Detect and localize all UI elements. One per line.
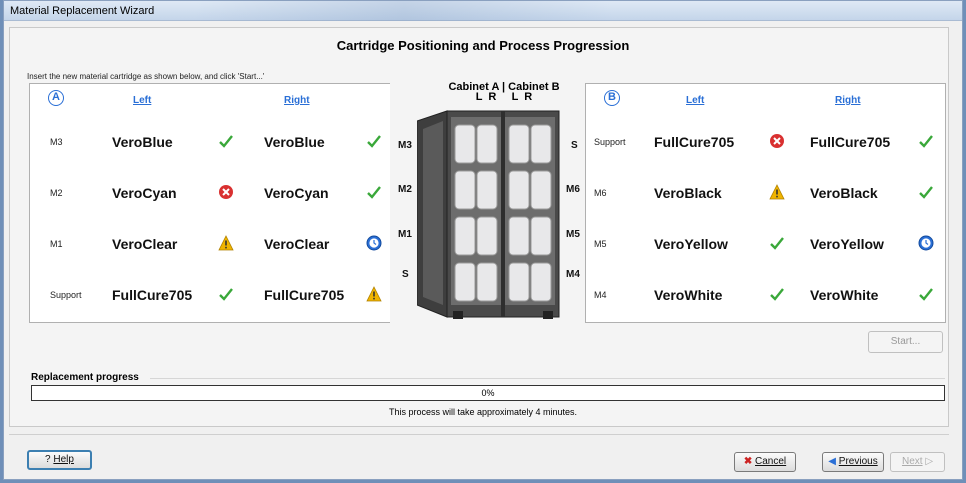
material-cartridge	[476, 124, 498, 164]
previous-icon: ◀	[828, 456, 836, 467]
check-icon	[218, 286, 234, 302]
cabinet-b-slot-label: S	[571, 140, 578, 151]
material-cartridge	[508, 262, 530, 302]
material-cartridge	[530, 262, 552, 302]
material-cartridge	[454, 262, 476, 302]
help-button[interactable]: ? Help	[27, 450, 92, 470]
next-icon: ▷	[925, 456, 934, 467]
cabinet-b-panel: B Left Right Support FullCure705 FullCure7…	[585, 83, 946, 323]
cabinet-b-slot-label: M6	[566, 184, 580, 195]
check-icon	[918, 184, 934, 200]
cabinet-header: Cabinet A | Cabinet B L R L R	[424, 82, 584, 103]
previous-button[interactable]: ◀ Previous	[822, 452, 884, 472]
cabinet-a-slot-label: M1	[398, 229, 412, 240]
help-label: Help	[53, 454, 74, 465]
material-right: VeroWhite	[810, 287, 879, 303]
start-button[interactable]: Start...	[868, 331, 943, 353]
cancel-icon: ✖	[743, 456, 753, 467]
progress-divider	[150, 378, 945, 379]
material-cartridge	[476, 170, 498, 210]
material-left: VeroClear	[112, 236, 178, 252]
cabinet-a-left-link[interactable]: Left	[133, 95, 151, 106]
cabinet-b-right-link[interactable]: Right	[835, 95, 861, 106]
progress-percent: 0%	[481, 388, 495, 398]
page-title: Cartridge Positioning and Process Progre…	[336, 38, 630, 53]
cabinet-a-panel: A Left Right M3 VeroBlue VeroBlue M2 VeroCya…	[29, 83, 390, 323]
cabinet-b-slot-label: M5	[566, 229, 580, 240]
cabinet-b-left-link[interactable]: Left	[686, 95, 704, 106]
material-left: FullCure705	[654, 134, 735, 150]
check-icon	[918, 286, 934, 302]
cabinet-a-badge: A	[48, 90, 64, 106]
cabinet-header-lr: L R L R	[475, 91, 533, 103]
material-cartridge	[530, 216, 552, 256]
title-bar-highlight	[194, 1, 614, 21]
cabinet-a-right-link[interactable]: Right	[284, 95, 310, 106]
slot-label: M2	[50, 188, 63, 198]
help-icon: ?	[45, 454, 51, 465]
material-cartridge	[530, 124, 552, 164]
material-cartridge	[476, 216, 498, 256]
slot-label: Support	[594, 137, 626, 147]
material-cartridge	[508, 216, 530, 256]
footer-divider	[9, 434, 949, 435]
slot-label: M3	[50, 137, 63, 147]
slot-label: M6	[594, 188, 607, 198]
material-cartridge	[454, 124, 476, 164]
check-icon	[366, 133, 382, 149]
material-right: VeroYellow	[810, 236, 884, 252]
material-left: VeroBlack	[654, 185, 722, 201]
material-left: VeroCyan	[112, 185, 177, 201]
material-left: VeroWhite	[654, 287, 723, 303]
cabinet-a-slot-label: M3	[398, 140, 412, 151]
material-left: VeroBlue	[112, 134, 173, 150]
cabinet-illustration	[417, 110, 560, 319]
material-cartridge	[454, 216, 476, 256]
material-cartridge	[508, 124, 530, 164]
check-icon	[366, 184, 382, 200]
previous-label: Previous	[838, 456, 878, 467]
check-icon	[769, 286, 785, 302]
cabinet-a-slot-label: M2	[398, 184, 412, 195]
material-right: VeroClear	[264, 236, 330, 252]
material-cartridge	[508, 170, 530, 210]
material-right: VeroBlue	[264, 134, 325, 150]
material-right: VeroCyan	[264, 185, 329, 201]
material-left: FullCure705	[112, 287, 193, 303]
next-label: Next	[901, 456, 923, 467]
error-icon	[218, 184, 234, 200]
cabinet-b-badge: B	[604, 90, 620, 106]
instruction-text: Insert the new material cartridge as sho…	[27, 72, 265, 81]
material-cartridge	[530, 170, 552, 210]
progress-bar: 0%	[31, 385, 945, 401]
progress-label: Replacement progress	[31, 372, 139, 383]
material-right: FullCure705	[810, 134, 891, 150]
material-cartridge	[476, 262, 498, 302]
cabinet-a-slot-label: S	[402, 269, 409, 280]
slot-label: M4	[594, 290, 607, 300]
cancel-button[interactable]: ✖ Cancel	[734, 452, 796, 472]
check-icon	[218, 133, 234, 149]
check-icon	[918, 133, 934, 149]
warning-icon	[366, 286, 382, 302]
slot-label: M1	[50, 239, 63, 249]
error-icon	[769, 133, 785, 149]
cancel-label: Cancel	[755, 456, 787, 467]
warning-icon	[218, 235, 234, 251]
clock-icon	[918, 235, 934, 251]
clock-icon	[366, 235, 382, 251]
material-right: FullCure705	[264, 287, 345, 303]
material-right: VeroBlack	[810, 185, 878, 201]
slot-label: M5	[594, 239, 607, 249]
material-left: VeroYellow	[654, 236, 728, 252]
slot-label: Support	[50, 290, 82, 300]
progress-note: This process will take approximately 4 m…	[388, 407, 578, 417]
warning-icon	[769, 184, 785, 200]
next-button[interactable]: Next ▷	[890, 452, 945, 472]
cabinet-b-slot-label: M4	[566, 269, 580, 280]
material-cartridge	[454, 170, 476, 210]
window-title: Material Replacement Wizard	[10, 5, 155, 17]
title-bar: Material Replacement Wizard	[4, 1, 962, 21]
check-icon	[769, 235, 785, 251]
